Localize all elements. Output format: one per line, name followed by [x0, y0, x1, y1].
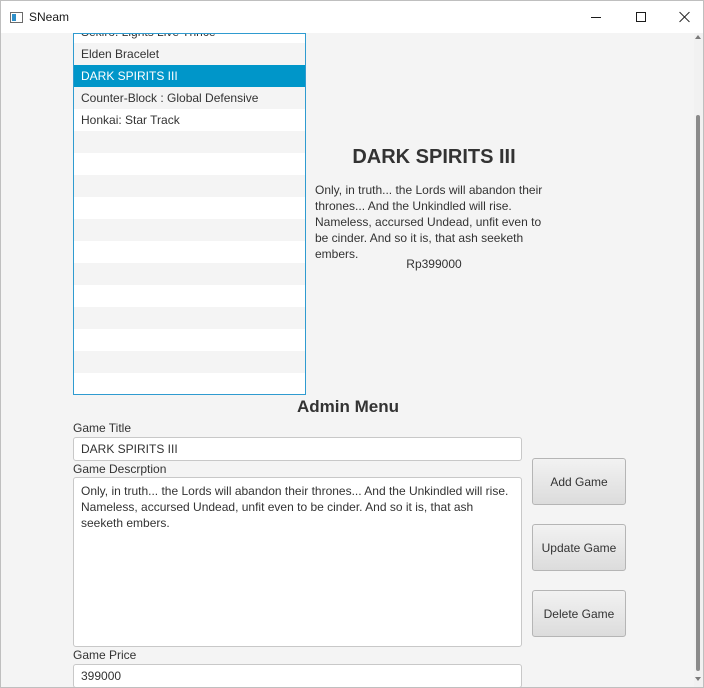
list-item[interactable]: Honkai: Star Track [74, 109, 305, 131]
game-list[interactable]: Sekiro: Lights Live Thrice Elden Bracele… [73, 33, 306, 395]
game-detail-price: Rp399000 [406, 257, 462, 271]
empty-list-row [74, 153, 305, 175]
scroll-up-arrow-icon[interactable] [695, 35, 701, 39]
empty-list-row [74, 351, 305, 373]
game-price-input[interactable]: 399000 [73, 664, 522, 687]
game-price-label: Game Price [73, 648, 137, 662]
game-title-label: Game Title [73, 421, 132, 435]
game-title-input[interactable]: DARK SPIRITS III [73, 437, 522, 461]
game-description-textarea[interactable]: Only, in truth... the Lords will abandon… [73, 477, 522, 647]
game-detail-description: Only, in truth... the Lords will abandon… [315, 183, 543, 261]
list-item[interactable]: Elden Bracelet [74, 43, 305, 65]
close-button[interactable] [662, 1, 704, 33]
minimize-icon [591, 16, 601, 18]
maximize-button[interactable] [618, 1, 664, 33]
list-item[interactable]: Sekiro: Lights Live Thrice [74, 34, 305, 43]
scroll-down-arrow-icon[interactable] [695, 677, 701, 681]
empty-list-row [74, 131, 305, 153]
close-icon [679, 11, 691, 23]
empty-list-row [74, 373, 305, 394]
empty-list-row [74, 307, 305, 329]
delete-game-button[interactable]: Delete Game [532, 590, 626, 637]
admin-menu-heading: Admin Menu [297, 397, 399, 416]
game-list-rows: Sekiro: Lights Live Thrice Elden Bracele… [74, 34, 305, 394]
add-game-button[interactable]: Add Game [532, 458, 626, 505]
update-game-button[interactable]: Update Game [532, 524, 626, 571]
game-detail-title: DARK SPIRITS III [352, 146, 516, 168]
empty-list-row [74, 219, 305, 241]
list-item-selected[interactable]: DARK SPIRITS III [74, 65, 305, 87]
main-content: Sekiro: Lights Live Thrice Elden Bracele… [2, 33, 694, 687]
empty-list-row [74, 285, 305, 307]
empty-list-row [74, 263, 305, 285]
app-window: SNeam Sekiro: Lights Live Thrice Elden B… [0, 0, 704, 688]
minimize-button[interactable] [573, 1, 619, 33]
window-title: SNeam [29, 10, 70, 24]
maximize-icon [636, 12, 646, 22]
list-item[interactable]: Counter-Block : Global Defensive [74, 87, 305, 109]
empty-list-row [74, 197, 305, 219]
app-icon [10, 12, 23, 23]
title-bar[interactable]: SNeam [1, 1, 703, 33]
game-description-label: Game Descrption [73, 462, 167, 476]
empty-list-row [74, 329, 305, 351]
vertical-scrollbar[interactable] [694, 33, 703, 687]
empty-list-row [74, 175, 305, 197]
empty-list-row [74, 241, 305, 263]
scrollbar-thumb[interactable] [696, 115, 700, 671]
